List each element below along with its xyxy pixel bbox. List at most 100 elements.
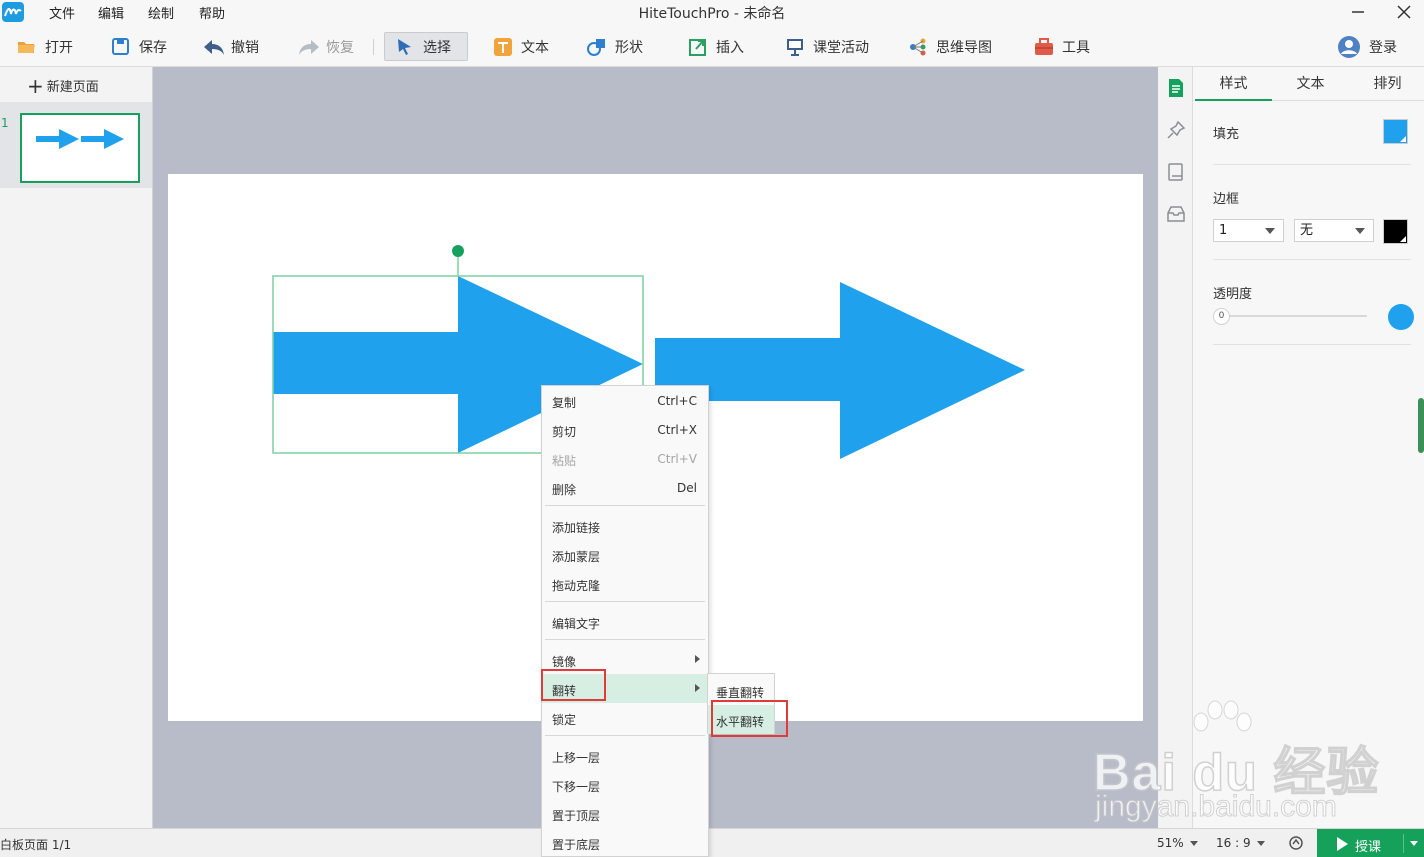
text-button[interactable]: 文本 xyxy=(493,33,549,60)
fill-color-swatch[interactable] xyxy=(1383,119,1408,144)
tab-arrange[interactable]: 排列 xyxy=(1349,67,1424,101)
flip-submenu: 垂直翻转 水平翻转 xyxy=(707,673,775,734)
menu-item-add-link[interactable]: 添加链接 xyxy=(542,511,708,540)
menu-help[interactable]: 帮助 xyxy=(199,3,225,22)
border-color-swatch[interactable] xyxy=(1383,219,1408,244)
chevron-down-icon xyxy=(1189,841,1198,846)
redo-label: 恢复 xyxy=(326,39,354,56)
pin-icon[interactable] xyxy=(1166,120,1186,140)
tab-style[interactable]: 样式 xyxy=(1195,67,1272,101)
document-style-icon[interactable] xyxy=(1166,78,1186,98)
menu-item-label: 下移一层 xyxy=(552,780,601,794)
menu-draw[interactable]: 绘制 xyxy=(148,3,174,22)
aspect-ratio-select[interactable]: 16 : 9 xyxy=(1216,836,1265,850)
user-avatar-icon xyxy=(1337,35,1361,59)
menu-item-bring-forward[interactable]: 上移一层 xyxy=(542,741,708,770)
mindmap-button[interactable]: 思维导图 xyxy=(908,33,992,60)
page-thumbnail-row[interactable]: 1 xyxy=(0,102,152,188)
redo-button[interactable]: 恢复 xyxy=(298,33,354,60)
border-width-select[interactable]: 1 xyxy=(1213,219,1284,242)
border-style-select[interactable]: 无 xyxy=(1294,219,1374,242)
menu-item-copy[interactable]: 复制 Ctrl+C xyxy=(542,386,708,415)
cursor-icon xyxy=(395,37,415,57)
class-activity-button[interactable]: 课堂活动 xyxy=(785,33,869,60)
page-thumbnail[interactable] xyxy=(20,113,140,183)
border-label: 边框 xyxy=(1213,192,1240,207)
menu-item-vertical-flip[interactable]: 垂直翻转 xyxy=(708,676,774,705)
tab-text[interactable]: 文本 xyxy=(1272,67,1349,101)
menu-item-horizontal-flip[interactable]: 水平翻转 xyxy=(708,705,774,734)
zoom-value: 51% xyxy=(1157,836,1184,850)
section-divider xyxy=(1213,259,1411,260)
menu-item-shortcut: Del xyxy=(677,481,697,495)
menu-item-paste[interactable]: 粘贴 Ctrl+V xyxy=(542,444,708,473)
menu-item-shortcut: Ctrl+V xyxy=(657,452,697,466)
folder-icon xyxy=(17,37,37,57)
menu-item-label: 剪切 xyxy=(552,425,577,439)
menu-item-send-to-back[interactable]: 置于底层 xyxy=(542,828,708,857)
menu-item-edit-text[interactable]: 编辑文字 xyxy=(542,607,708,636)
menu-edit[interactable]: 编辑 xyxy=(98,3,124,22)
teach-button[interactable]: 授课 xyxy=(1317,829,1424,857)
text-label: 文本 xyxy=(521,39,549,56)
opacity-label: 透明度 xyxy=(1213,287,1253,302)
page-info: 白板页面 1/1 xyxy=(0,838,72,852)
zoom-select[interactable]: 51% xyxy=(1157,836,1198,850)
menu-item-send-backward[interactable]: 下移一层 xyxy=(542,770,708,799)
archive-icon[interactable] xyxy=(1166,204,1186,224)
chevron-down-icon xyxy=(1355,228,1365,234)
toolbox-icon xyxy=(1034,37,1054,57)
properties-panel: 样式 文本 排列 填充 边框 1 无 透明度 0 xyxy=(1193,67,1424,828)
menu-separator xyxy=(545,505,705,506)
rotate-handle xyxy=(452,245,464,257)
shape-icon xyxy=(587,37,607,57)
close-button[interactable] xyxy=(1384,0,1424,25)
tools-button[interactable]: 工具 xyxy=(1034,33,1090,60)
presentation-icon xyxy=(785,37,805,57)
select-button[interactable]: 选择 xyxy=(384,32,468,61)
shape-button[interactable]: 形状 xyxy=(587,33,643,60)
menu-item-lock[interactable]: 锁定 xyxy=(542,703,708,732)
new-page-label: 新建页面 xyxy=(46,80,99,95)
save-button[interactable]: 保存 xyxy=(111,33,167,60)
menu-item-label: 置于顶层 xyxy=(552,809,601,823)
context-menu: 复制 Ctrl+C 剪切 Ctrl+X 粘贴 Ctrl+V 删除 Del 添加链接 添加… xyxy=(541,385,709,857)
arrow-shape-2 xyxy=(655,282,1025,459)
undo-button[interactable]: 撤销 xyxy=(203,33,259,60)
menu-separator xyxy=(545,735,705,736)
insert-button[interactable]: 插入 xyxy=(688,33,744,60)
menu-item-label: 锁定 xyxy=(552,713,577,727)
login-button[interactable]: 登录 xyxy=(1337,33,1397,60)
menu-item-flip[interactable]: 翻转 xyxy=(542,674,708,703)
menu-item-shortcut: Ctrl+X xyxy=(657,423,697,437)
open-button[interactable]: 打开 xyxy=(17,33,73,60)
menu-item-bring-to-front[interactable]: 置于顶层 xyxy=(542,799,708,828)
save-label: 保存 xyxy=(139,39,167,56)
plus-icon: + xyxy=(27,73,44,98)
page-list-panel: + 新建页面 1 xyxy=(0,67,153,828)
menu-item-cut[interactable]: 剪切 Ctrl+X xyxy=(542,415,708,444)
menu-item-drag-clone[interactable]: 拖动克隆 xyxy=(542,569,708,598)
menu-item-mirror[interactable]: 镜像 xyxy=(542,645,708,674)
select-label: 选择 xyxy=(423,39,451,56)
fill-label: 填充 xyxy=(1213,127,1240,142)
menu-item-delete[interactable]: 删除 Del xyxy=(542,473,708,502)
toolbar-divider xyxy=(373,39,374,55)
book-icon[interactable] xyxy=(1166,162,1186,182)
login-label: 登录 xyxy=(1369,39,1397,56)
title-bar: 文件 编辑 绘制 帮助 HiteTouchPro - 未命名 xyxy=(0,0,1424,25)
chevron-down-icon[interactable] xyxy=(1410,841,1418,846)
hand-icon[interactable] xyxy=(1288,835,1304,851)
opacity-slider-track[interactable] xyxy=(1215,315,1367,317)
menu-file[interactable]: 文件 xyxy=(49,3,75,22)
new-page-button[interactable]: + 新建页面 xyxy=(27,73,99,98)
menu-item-add-mask[interactable]: 添加蒙层 xyxy=(542,540,708,569)
panel-scroll-grip[interactable] xyxy=(1418,398,1424,453)
status-bar: 白板页面 1/1 51% 16 : 9 授课 xyxy=(0,828,1424,857)
class-activity-label: 课堂活动 xyxy=(813,39,869,56)
opacity-slider-handle[interactable]: 0 xyxy=(1213,308,1230,325)
minimize-button[interactable] xyxy=(1338,0,1378,25)
button-divider xyxy=(1403,834,1404,853)
app-logo-icon xyxy=(2,2,24,22)
opacity-color-knob[interactable] xyxy=(1388,304,1414,330)
